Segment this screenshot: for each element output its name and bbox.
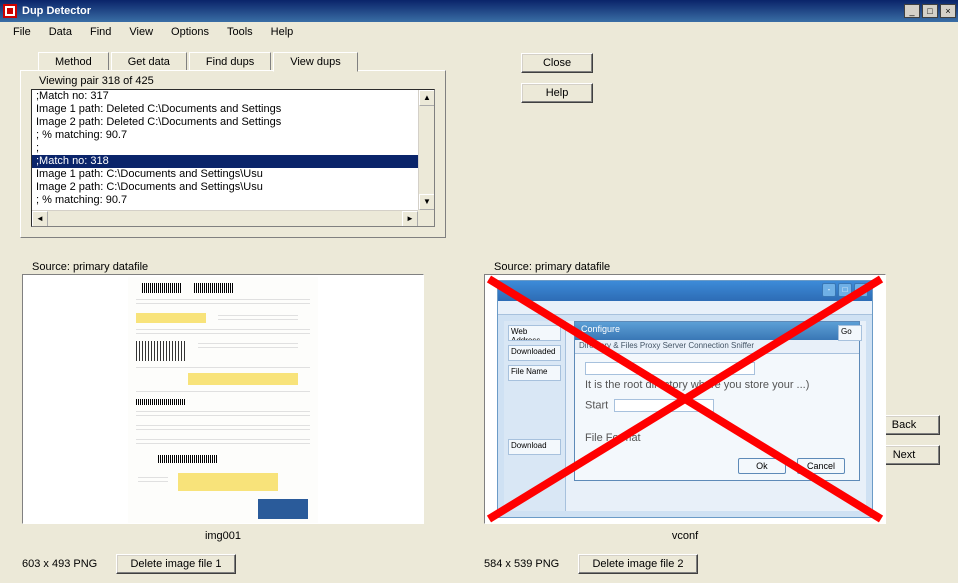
window-title: Dup Detector	[22, 5, 904, 17]
vscrollbar[interactable]: ▲ ▼	[418, 90, 434, 210]
list-row[interactable]: ;Match no: 318	[32, 155, 418, 168]
preview-ok: Ok	[738, 458, 786, 474]
tab-get-data[interactable]: Get data	[111, 52, 187, 71]
menu-bar: File Data Find View Options Tools Help	[0, 22, 958, 42]
preview-go: Go	[838, 325, 862, 341]
menu-data[interactable]: Data	[40, 24, 81, 40]
menu-find[interactable]: Find	[81, 24, 120, 40]
list-row[interactable]: ;	[32, 142, 418, 155]
title-bar: Dup Detector _ □ ×	[0, 0, 958, 22]
list-row[interactable]: ;Match no: 317	[32, 90, 418, 103]
menu-view[interactable]: View	[120, 24, 162, 40]
preview-dialog-tabs: Directory & Files Proxy Server Connectio…	[575, 340, 859, 354]
image1-frame	[22, 274, 424, 524]
menu-help[interactable]: Help	[262, 24, 303, 40]
preview-cancel: Cancel	[797, 458, 845, 474]
scroll-right-icon[interactable]: ►	[402, 211, 418, 227]
tab-method[interactable]: Method	[38, 52, 109, 71]
hscrollbar[interactable]: ◄ ►	[32, 210, 418, 226]
tab-find-dups[interactable]: Find dups	[189, 52, 271, 71]
close-button[interactable]: Close	[521, 53, 593, 73]
menu-tools[interactable]: Tools	[218, 24, 262, 40]
tab-view-dups[interactable]: View dups	[273, 52, 358, 72]
preview-side-item: File Name	[508, 365, 561, 381]
close-window-button[interactable]: ×	[940, 4, 956, 18]
menu-file[interactable]: File	[4, 24, 40, 40]
preview-side-item: Download	[508, 439, 561, 455]
image2-frame: - □ × Web Address Downloaded File Name D…	[484, 274, 886, 524]
pair-label: Viewing pair 318 of 425	[39, 75, 154, 87]
delete-image2-button[interactable]: Delete image file 2	[578, 554, 698, 574]
tab-row: Method Get data Find dups View dups	[38, 52, 958, 71]
image2-preview: - □ × Web Address Downloaded File Name D…	[485, 275, 885, 523]
preview-dialog-title: Configure	[575, 322, 859, 340]
image2-dimensions: 584 x 539 PNG	[484, 558, 559, 570]
image2-source-label: Source: primary datafile	[494, 261, 610, 273]
image1-source-label: Source: primary datafile	[32, 261, 148, 273]
preview-max-icon: □	[838, 283, 852, 297]
scroll-left-icon[interactable]: ◄	[32, 211, 48, 227]
view-dups-panel: Viewing pair 318 of 425 ;Match no: 317Im…	[20, 70, 446, 238]
minimize-button[interactable]: _	[904, 4, 920, 18]
image1-name: img001	[22, 530, 424, 542]
preview-fileformat: File Format	[585, 432, 849, 444]
image1-dimensions: 603 x 493 PNG	[22, 558, 97, 570]
app-icon	[2, 3, 18, 19]
list-row[interactable]: ; % matching: 90.7	[32, 194, 418, 207]
match-listbox[interactable]: ;Match no: 317Image 1 path: Deleted C:\D…	[31, 89, 435, 227]
maximize-button[interactable]: □	[922, 4, 938, 18]
preview-close-icon: ×	[854, 283, 868, 297]
preview-titlebar: - □ ×	[498, 281, 872, 301]
list-row[interactable]: Image 2 path: Deleted C:\Documents and S…	[32, 116, 418, 129]
image1-preview	[23, 275, 423, 523]
preview-hint: It is the root directory where you store…	[585, 379, 849, 391]
scroll-up-icon[interactable]: ▲	[419, 90, 435, 106]
preview-side-item: Web Address	[508, 325, 561, 341]
menu-options[interactable]: Options	[162, 24, 218, 40]
list-row[interactable]: ; % matching: 90.7	[32, 129, 418, 142]
preview-side-item: Downloaded	[508, 345, 561, 361]
list-row[interactable]: Image 1 path: C:\Documents and Settings\…	[32, 168, 418, 181]
preview-min-icon: -	[822, 283, 836, 297]
delete-image1-button[interactable]: Delete image file 1	[116, 554, 236, 574]
scroll-corner	[418, 210, 434, 226]
list-row[interactable]: Image 1 path: Deleted C:\Documents and S…	[32, 103, 418, 116]
help-button[interactable]: Help	[521, 83, 593, 103]
image2-name: vconf	[484, 530, 886, 542]
scroll-down-icon[interactable]: ▼	[419, 194, 435, 210]
list-row[interactable]: Image 2 path: C:\Documents and Settings\…	[32, 181, 418, 194]
